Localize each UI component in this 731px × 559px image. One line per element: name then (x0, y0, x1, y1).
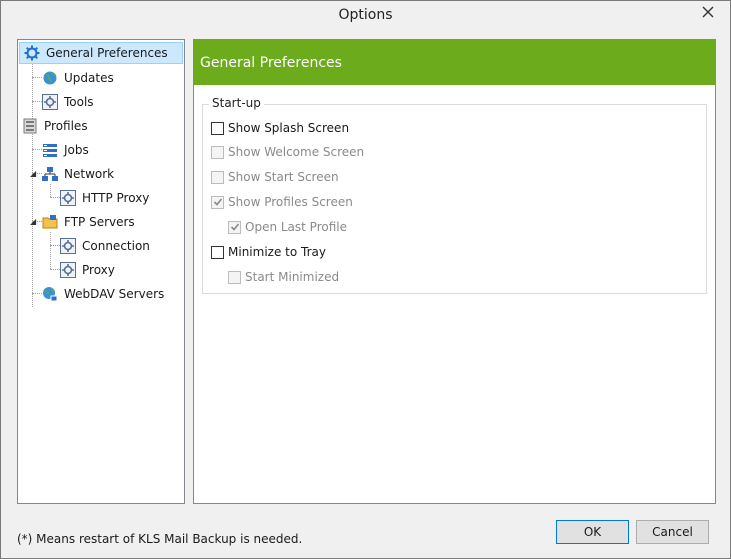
preferences-panel: General Preferences Start-up Show Splash… (193, 39, 716, 504)
tree-line (50, 269, 60, 270)
tree-item-network[interactable]: Network (42, 163, 114, 185)
ftp-icon (42, 214, 58, 230)
tree-item-label: WebDAV Servers (64, 287, 165, 301)
tree-item-label: Network (64, 167, 115, 181)
profiles-icon (22, 118, 38, 134)
tree-line (32, 293, 42, 294)
group-title: Start-up (209, 96, 264, 110)
checkmark-icon (213, 198, 222, 206)
tree-item-label: Connection (82, 239, 150, 253)
collapse-network-icon[interactable]: ◢ (30, 170, 38, 178)
tree-line (50, 232, 51, 269)
tree-item-ftp-servers[interactable]: FTP Servers (42, 211, 135, 233)
checkmark-icon (230, 223, 239, 231)
tree-line (32, 149, 42, 150)
checkbox-label: Show Start Screen (228, 170, 339, 184)
options-tree: ◢ ◢ General Preferences Updates Tools Pr… (17, 39, 185, 504)
tree-item-http-proxy[interactable]: HTTP Proxy (60, 187, 149, 209)
checkbox-label: Open Last Profile (245, 220, 347, 234)
tree-item-label: Jobs (64, 143, 89, 157)
close-button[interactable] (694, 1, 722, 23)
tree-item-profiles[interactable]: Profiles (22, 115, 88, 137)
settings-icon (60, 190, 76, 206)
tree-item-label: FTP Servers (64, 215, 135, 229)
tree-item-general-preferences[interactable]: General Preferences (19, 42, 183, 64)
tree-line (32, 77, 42, 78)
show-profiles-screen-checkbox[interactable]: Show Profiles Screen (211, 195, 353, 209)
checkbox-box (211, 121, 224, 135)
startup-group: Start-up Show Splash Screen Show Welcome… (202, 96, 707, 294)
title-bar: Options (1, 1, 730, 32)
restart-note: (*) Means restart of KLS Mail Backup is … (17, 532, 303, 546)
jobs-icon (42, 142, 58, 158)
checkbox-label: Show Profiles Screen (228, 195, 353, 209)
checkbox-label: Show Splash Screen (228, 121, 350, 135)
tree-item-label: Proxy (82, 263, 115, 277)
tree-line (32, 101, 42, 102)
tree-item-connection[interactable]: Connection (60, 235, 150, 257)
checkbox-box (211, 245, 224, 259)
checkbox-box (211, 195, 224, 209)
settings-icon (60, 238, 76, 254)
tree-item-label: HTTP Proxy (82, 191, 150, 205)
close-icon (702, 6, 714, 18)
tree-line (50, 245, 60, 246)
open-last-profile-checkbox[interactable]: Open Last Profile (228, 220, 347, 234)
minimize-to-tray-checkbox[interactable]: Minimize to Tray (211, 245, 326, 259)
tree-item-jobs[interactable]: Jobs (42, 139, 89, 161)
globe-icon (42, 70, 58, 86)
network-icon (42, 166, 58, 182)
collapse-ftp-icon[interactable]: ◢ (30, 218, 38, 226)
webdav-icon (42, 286, 58, 302)
gear-icon (24, 45, 40, 61)
tools-icon (42, 94, 58, 110)
show-splash-screen-checkbox[interactable]: Show Splash Screen (211, 121, 349, 135)
tree-item-label: Updates (64, 71, 114, 85)
checkbox-box (211, 170, 224, 184)
tree-line (50, 184, 51, 197)
tree-item-label: Profiles (44, 119, 88, 133)
show-start-screen-checkbox[interactable]: Show Start Screen (211, 170, 339, 184)
checkbox-label: Minimize to Tray (228, 245, 326, 259)
tree-line (50, 197, 60, 198)
tree-item-proxy[interactable]: Proxy (60, 259, 115, 281)
tree-item-webdav-servers[interactable]: WebDAV Servers (42, 283, 164, 305)
window-title: Options (338, 7, 393, 23)
checkbox-box (211, 145, 224, 159)
ok-button[interactable]: OK (556, 520, 629, 544)
start-minimized-checkbox[interactable]: Start Minimized (228, 270, 339, 284)
tree-item-tools[interactable]: Tools (42, 91, 94, 113)
settings-icon (60, 262, 76, 278)
show-welcome-screen-checkbox[interactable]: Show Welcome Screen (211, 145, 364, 159)
panel-header: General Preferences (194, 40, 715, 85)
tree-item-label: Tools (64, 95, 94, 109)
checkbox-box (228, 220, 241, 234)
checkbox-label: Show Welcome Screen (228, 145, 365, 159)
tree-item-label: General Preferences (46, 46, 168, 60)
cancel-button[interactable]: Cancel (636, 520, 709, 544)
options-dialog: Options ◢ ◢ General Preferences Updates … (0, 0, 731, 559)
checkbox-box (228, 270, 241, 284)
tree-item-updates[interactable]: Updates (42, 67, 114, 89)
checkbox-label: Start Minimized (245, 270, 340, 284)
